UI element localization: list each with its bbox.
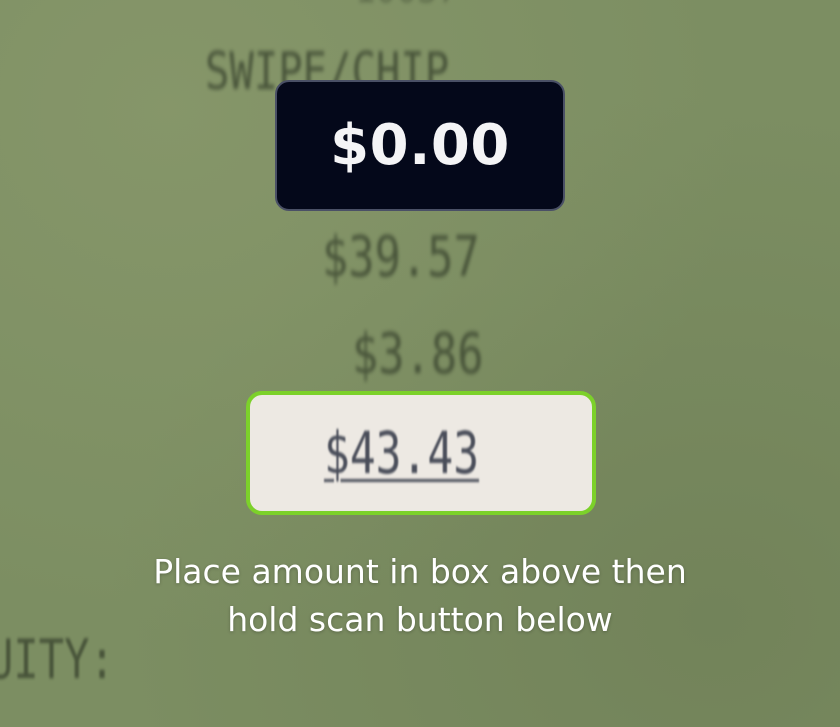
scan-box-captured-amount: $43.43 [324,419,480,487]
receipt-line-subtotal: $39.57 [322,225,480,290]
receipt-line-tax: $3.86 [352,322,484,387]
scan-instructions: Place amount in box above then hold scan… [60,548,780,644]
instructions-line-1: Place amount in box above then [153,552,687,591]
scanned-amount-value: $0.00 [330,113,510,178]
instructions-line-2: hold scan button below [227,600,613,639]
receipt-line-top-partial: 10037 [355,0,458,13]
scanned-amount-display: $0.00 [275,80,565,211]
scan-target-box: $43.43 [246,391,596,515]
